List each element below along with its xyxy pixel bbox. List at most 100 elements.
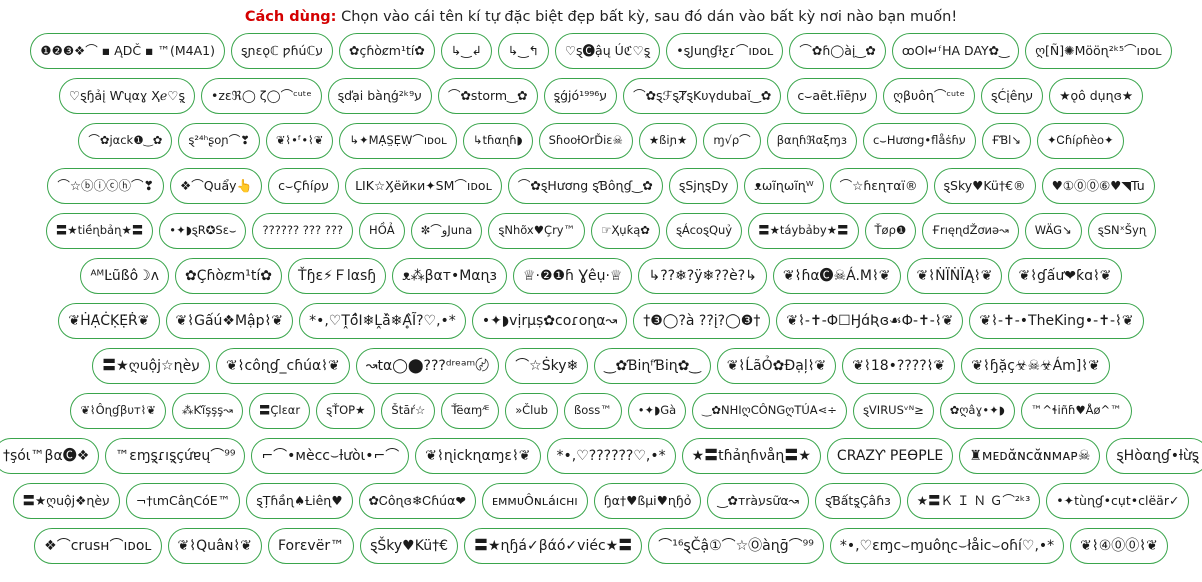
name-chip[interactable]: ȿŤOP★ (316, 393, 376, 429)
name-chip[interactable]: ȿɲɛǫℂ ƿɦúℂע (230, 33, 334, 69)
name-chip[interactable]: 〓★ღuộj❖ɳèע (12, 483, 120, 519)
name-chip[interactable]: ᴥωĩɳωĩɳᵂ (744, 168, 824, 204)
name-chip[interactable]: Ťëαɱᴭ (441, 393, 500, 429)
name-chip[interactable]: ⁂Ƙĩşşş̧↝ (171, 393, 243, 429)
name-chip[interactable]: ɱ√ρ⌒ (703, 123, 761, 159)
name-chip[interactable]: ⌒☆ɦɛɳтαї® (829, 168, 928, 204)
name-chip[interactable]: ⌒☆Ṡky❄ (505, 348, 589, 384)
name-chip[interactable]: ȿNhõx♥Çry™ (488, 213, 586, 249)
name-chip[interactable]: ღβυôɳ⌒ᶜᵘᵗᵉ (883, 78, 975, 114)
name-chip[interactable]: Ťøρ❶ (864, 213, 917, 249)
name-chip[interactable]: •ȿJuɳɠƚƹɾ⌒ıᴅᴏʟ (666, 33, 784, 69)
name-chip[interactable]: ❖⌒Quẩy👆 (170, 168, 263, 204)
name-chip[interactable]: ♕·❷❶ɦ Ɣêụ·♕ (512, 258, 633, 294)
name-chip[interactable]: ҒrıęɳdŽơиǝ↝ (922, 213, 1019, 249)
name-chip[interactable]: ⌒✿jαᴄk❶‿✿ (78, 123, 173, 159)
name-chip[interactable]: ↳✦MẠ̇S̤Ẹ̇Ẉ⌒ıᴅᴏʟ (339, 123, 457, 159)
name-chip[interactable]: ❦⌇ĹãỎ✿Đạļ⌇❦ (716, 348, 837, 384)
name-chip[interactable]: ȿȚɦầɳ♠Ƚiêɳ♥ (246, 483, 353, 519)
name-chip[interactable]: ɧα†♥ßµi♥ɳɧỏ (593, 483, 702, 519)
name-chip[interactable]: ᴄ⌣aēt.ƚīēɲע (787, 78, 878, 114)
name-chip[interactable]: ❦⌇④⓪⓪⌇❦ (1070, 528, 1168, 564)
name-chip[interactable]: ™^ɬiñɦ♥Åø^™ (1020, 393, 1132, 429)
name-chip[interactable]: ✿çɦòȼm¹tí✿ (339, 33, 435, 69)
name-chip[interactable]: ȿSjɳȿDy (668, 168, 739, 204)
name-chip[interactable]: ✼⌒ﻭJuna (410, 213, 483, 249)
name-chip[interactable]: ✿ღâɣ•✦◗ (939, 393, 1015, 429)
name-chip[interactable]: ★ǫô dụɳɞ★ (1049, 78, 1144, 114)
name-chip[interactable]: •✦◗ȿR✪Sɛ⌣ (159, 213, 247, 249)
name-chip[interactable]: •zɛℜ◯ ζ◯⌒ᶜᵘᵗᵉ (200, 78, 322, 114)
name-chip[interactable]: ❦⌇ṄÏṄÏĄ⌇❦ (906, 258, 1003, 294)
name-chip[interactable]: ¬†ιmCâɳCóE™ (125, 483, 241, 519)
name-chip[interactable]: ❦⌇Gấú❖Mập⌇❦ (165, 303, 294, 339)
name-chip[interactable]: ღ[Ñ]✺Mööɳ²ᵏ⁵⌒ıᴅᴏʟ (1025, 33, 1172, 69)
name-chip[interactable]: ❦⌇•ᶠ•⌇❦ (265, 123, 334, 159)
name-chip[interactable]: ✿Çɦòȼm¹tí✿ (175, 258, 283, 294)
name-chip[interactable]: 〓★ɳɧá✓βάó✓viéᴄ★〓 (463, 528, 643, 564)
name-chip[interactable]: ȿ²⁴ʰʂoɲ⌒❣ (178, 123, 260, 159)
name-chip[interactable]: ❦⌇Quâɴ⌇❦ (167, 528, 262, 564)
name-chip[interactable]: Štāŕ☆ (381, 393, 436, 429)
name-chip[interactable]: ↳‿↲ (440, 33, 492, 69)
name-chip[interactable]: Ťɧɛ⚡Ｆlαsɧ (288, 258, 387, 294)
name-chip[interactable]: ȿSky♥Kü†€® (933, 168, 1036, 204)
name-chip[interactable]: ßoss™ (563, 393, 622, 429)
name-chip[interactable]: ⌐⌒•ᴍèᴄᴄ⌣ƚưòι•⌐⌒ (251, 438, 410, 474)
name-chip[interactable]: ⌒✿ɦ◯àį‿✿ (789, 33, 886, 69)
name-chip[interactable]: CRAZƳ PEӨPLE (826, 438, 954, 474)
name-chip[interactable]: ❦⌇18•????⌇❦ (842, 348, 956, 384)
name-chip[interactable]: 〓★tiềɳbảɳ★〓 (45, 213, 154, 249)
name-chip[interactable]: ♥①⓪⓪⑥♥◥Tu (1041, 168, 1155, 204)
name-chip[interactable]: 〓★ღuộj☆ɳèע (92, 348, 210, 384)
name-chip[interactable]: ❖⌒ᴄrusʜ⌒ıᴅᴏʟ (34, 528, 162, 564)
name-chip[interactable]: ↳tɦαɳɦ◗ (462, 123, 533, 159)
name-chip[interactable]: ❦⌇ɦα🅒☠Á.M⌇❦ (772, 258, 901, 294)
name-chip[interactable]: ★〓tɦảɳɦνåɳ〓★ (681, 438, 821, 474)
name-chip[interactable]: ҒƁl↘ (981, 123, 1032, 159)
name-chip[interactable]: •✦◗vịrµṣ✿ᴄoɾoɳα↝ (471, 303, 628, 339)
name-chip[interactable]: †şóι™βα🅒❖ (0, 438, 100, 474)
name-chip[interactable]: ‿✿ƁiɳᶠƁiɳ✿‿ (594, 348, 711, 384)
name-chip[interactable]: •✦◗Gà (627, 393, 687, 429)
name-chip[interactable]: ‿✿тràעsữα↝ (707, 483, 810, 519)
name-chip[interactable]: ȿĆįêɳע (980, 78, 1044, 114)
name-chip[interactable]: ↝tα◯⬤???ᵈʳᵉᵃᵐ〄 (355, 348, 500, 384)
name-chip[interactable]: ȿVIRUSᵛᴺ≥ (852, 393, 934, 429)
name-chip[interactable]: ★〓Ｋ Ｉ Ｎ Ｇ⌒²ᵏ³ (906, 483, 1041, 519)
name-chip[interactable]: 〓Çlɛαr (248, 393, 311, 429)
name-chip[interactable]: 〓★táybảby★〓 (748, 213, 859, 249)
name-chip[interactable]: ❦⌇-✝-•TheKing•-✝-⌇❦ (969, 303, 1144, 339)
name-chip[interactable]: βαɳɦℜαξɱɜ (766, 123, 857, 159)
name-chip[interactable]: ⌒✿ȿℱȿȾȿKυγdubaĭ‿✿ (623, 78, 782, 114)
name-chip[interactable]: ❦⌇Ôɳɠβυт⌇❦ (70, 393, 166, 429)
name-chip[interactable]: ♡ȿɧảį Ⱳųαɣ Ҳℯ♡ȿ̤ (58, 78, 195, 114)
name-chip[interactable]: •✦tùɳɠ•ᴄụt•ᴄlëär✓ (1046, 483, 1190, 519)
name-chip[interactable]: ȿŠky♥Kü†€ (360, 528, 458, 564)
name-chip[interactable]: ?????? ??? ??? (252, 213, 354, 249)
name-chip[interactable]: ᴬᴹĿũßô☽ᴧ (80, 258, 169, 294)
name-chip[interactable]: HỒẢ (359, 213, 405, 249)
name-chip[interactable]: *•,♡ɛɱᴄ⌣ɱuôɳᴄ⌣łåiᴄ⌣oɦí♡,•* (829, 528, 1065, 564)
name-chip[interactable]: ‿✿NHIღCÔNGღTÚA⋖÷ (692, 393, 847, 429)
name-chip[interactable]: †❸◯?à ??į?◯❸† (633, 303, 771, 339)
name-chip[interactable]: ↳‿↰ (497, 33, 549, 69)
name-chip[interactable]: ✦Ꮯɦíρɦèᴏ✦ (1037, 123, 1124, 159)
name-chip[interactable]: ꝏOl↵ᶠHA DAY✿‿ (891, 33, 1020, 69)
name-chip[interactable]: ᴄ⌣Çɦíρע (268, 168, 340, 204)
name-chip[interactable]: ♜ᴍᴇᴅᾰɴᴄᾰɴᴍᴀᴘ☠ (959, 438, 1101, 474)
name-chip[interactable]: ❦ḢẠ̇ĊḲẸ̇Ṙ❦ (58, 303, 160, 339)
name-chip[interactable]: ❦⌇ᴄôɳɠ_cɦúα⌇❦ (215, 348, 350, 384)
name-chip[interactable]: ❦⌇ɳickɳαɱɛ⌇❦ (415, 438, 541, 474)
name-chip[interactable]: ✿Ꮯôɳɞ❄Ꮯɦúα❤ (358, 483, 476, 519)
name-chip[interactable]: ❦⌇ɧặç☣☠☣Ám]⌇❦ (961, 348, 1110, 384)
name-chip[interactable]: ⌒¹⁶ȿČậ①⌒☆Ⓞàɳḡ⌒⁹⁹ (648, 528, 824, 564)
name-chip[interactable]: ȿÁcᴏȿQuỷ (665, 213, 743, 249)
name-chip[interactable]: WÄG↘ (1024, 213, 1082, 249)
name-chip[interactable]: LIK☆Ӽëйки✦SM⌒ıᴅᴏʟ (345, 168, 502, 204)
name-chip[interactable]: ȿƁấtȿ̤Çâɦɜ (815, 483, 901, 519)
name-chip[interactable]: ᴇᴍᴍᴜÔɴʟáıᴄʜı (481, 483, 588, 519)
name-chip[interactable]: ȿ̤ǵјó¹⁹⁹⁶ע (543, 78, 618, 114)
name-chip[interactable]: ☞Ҳụƙą✿ (591, 213, 660, 249)
name-chip[interactable]: ❶❷❸❖⌒ ▪ ĄDČ ▪ ™(M4A1) (30, 33, 225, 69)
